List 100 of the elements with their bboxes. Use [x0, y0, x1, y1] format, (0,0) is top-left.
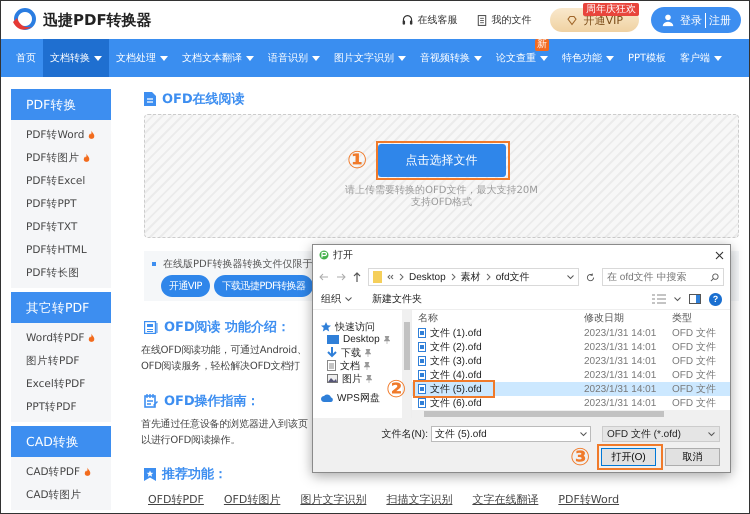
file-row[interactable]: 文件 (6).ofd 2023/1/31 14:01 OFD 文件 — [412, 396, 730, 410]
document-icon — [327, 360, 336, 371]
recommend-link[interactable]: 扫描文字识别 — [386, 492, 452, 507]
double-chevron-icon — [387, 274, 394, 280]
upload-button[interactable]: 点击选择文件 — [378, 144, 506, 177]
nav-pane-item[interactable]: 下载 — [341, 346, 361, 360]
recommend-link[interactable]: PDF转Word — [558, 492, 620, 507]
sidebar-item[interactable]: PDF转Excel — [26, 174, 86, 188]
dialog-button[interactable]: 取消 — [665, 448, 720, 466]
upload-hint: 支持OFD格式 — [410, 197, 472, 209]
sidebar-item[interactable]: CAD转图片 — [26, 488, 82, 502]
dialog-title: 打开 — [333, 248, 354, 262]
folder-icon — [373, 271, 382, 283]
header-link[interactable]: 在线客服 — [400, 13, 458, 27]
up-arrow-icon[interactable] — [353, 272, 361, 282]
nav-pane-item[interactable]: 快速访问 — [335, 320, 375, 334]
file-row[interactable]: 文件 (3).ofd 2023/1/31 14:01 OFD 文件 — [412, 354, 730, 368]
view-options-icon[interactable] — [652, 294, 666, 304]
sidebar-item[interactable]: PDF转PPT — [26, 196, 77, 210]
sidebar-heading: CAD转换 — [11, 426, 111, 457]
header-link[interactable]: 我的文件 — [476, 13, 532, 27]
notice-button[interactable]: 开通VIP — [161, 275, 210, 297]
sidebar-item[interactable]: PDF转长图 — [26, 266, 80, 280]
file-row[interactable]: 文件 (4).ofd 2023/1/31 14:01 OFD 文件 — [412, 368, 730, 382]
step-number: ③ — [570, 444, 590, 470]
help-button[interactable]: ? — [709, 292, 722, 306]
column-header[interactable]: 修改日期 — [584, 311, 672, 325]
toolbar-button[interactable]: 新建文件夹 — [372, 292, 422, 306]
picture-icon — [327, 374, 338, 383]
nav-pane-item[interactable]: 文档 — [340, 358, 360, 372]
chevron-icon — [399, 273, 404, 281]
caret-icon — [580, 432, 587, 436]
section-heading: OFD阅读 功能介绍： — [164, 319, 290, 336]
file-row[interactable]: 文件 (5).ofd 2023/1/31 14:01 OFD 文件 — [412, 382, 730, 396]
notice-button[interactable]: 下载迅捷PDF转换器 — [214, 275, 314, 297]
file-name: 文件 (1).ofd — [430, 326, 482, 340]
file-name: 文件 (3).ofd — [430, 354, 482, 368]
file-row[interactable]: 文件 (2).ofd 2023/1/31 14:01 OFD 文件 — [412, 340, 730, 354]
sidebar-item[interactable]: CAD转PDF — [26, 464, 80, 478]
recommend-link[interactable]: OFD转PDF — [148, 492, 204, 507]
section-title: OFD在线阅读 — [162, 91, 245, 108]
bookmark-icon — [144, 468, 156, 480]
recommend-link[interactable]: OFD转图片 — [224, 492, 280, 507]
paragraph-line: 在线OFD阅读功能，可通过Android、 — [141, 344, 307, 358]
field-label: 文件名(N): — [381, 428, 428, 441]
filename-field[interactable]: 文件 (5).ofd — [431, 426, 591, 442]
promo-badge: 周年庆狂欢 — [583, 3, 639, 16]
refresh-icon[interactable] — [586, 272, 595, 282]
path-crumb[interactable]: ofd文件 — [496, 270, 530, 284]
sidebar-item[interactable]: PDF转Word — [26, 128, 84, 142]
file-type: OFD 文件 — [672, 340, 717, 354]
app-icon — [319, 250, 329, 260]
file-type: OFD 文件 — [672, 354, 717, 368]
organize-menu[interactable]: 组织 — [321, 292, 352, 306]
file-date: 2023/1/31 14:01 — [584, 370, 658, 380]
file-name: 文件 (2).ofd — [430, 340, 482, 354]
sidebar-item[interactable]: PDF转HTML — [26, 242, 87, 256]
sidebar-item[interactable]: Word转PDF — [26, 330, 84, 344]
guide-icon — [144, 394, 158, 408]
file-type: OFD 文件 — [672, 368, 717, 382]
preview-pane-icon[interactable] — [689, 294, 701, 304]
logo-icon — [11, 7, 37, 33]
logo-text: 迅捷PDF转换器 — [43, 10, 152, 30]
recommend-link[interactable]: 文字在线翻译 — [472, 492, 538, 507]
chevron-icon — [486, 273, 491, 281]
sidebar-item[interactable]: PPT转PDF — [26, 400, 77, 414]
file-type-dropdown[interactable]: OFD 文件 (*.ofd) — [602, 426, 720, 442]
sidebar-item[interactable]: PDF转TXT — [26, 220, 78, 234]
user-icon — [661, 13, 675, 27]
cloud-icon — [321, 394, 333, 402]
file-name: 文件 (5).ofd — [430, 382, 482, 396]
caret-icon — [345, 296, 352, 302]
path-crumb[interactable]: 素材 — [460, 270, 481, 284]
file-row[interactable]: 文件 (1).ofd 2023/1/31 14:01 OFD 文件 — [412, 326, 730, 340]
sidebar-item[interactable]: PDF转图片 — [26, 150, 80, 164]
notice-text: 在线版PDF转换器转换文件仅限于 — [163, 258, 312, 271]
nav-pane-item[interactable]: Desktop — [343, 334, 380, 345]
paragraph-line: 首先通过任意设备的浏览器进入到该页 — [141, 418, 308, 432]
file-name: 文件 (4).ofd — [430, 368, 482, 382]
column-header[interactable]: 类型 — [672, 311, 730, 325]
close-icon[interactable] — [715, 250, 724, 260]
column-header[interactable]: 名称 — [418, 311, 584, 325]
upload-hint: 请上传需要转换的OFD文件，最大支持20M — [345, 185, 538, 196]
nav-item[interactable]: 文档转换 — [43, 39, 109, 77]
paragraph-line: 以进行OFD阅读操作。 — [141, 434, 240, 448]
dialog-button[interactable]: 打开(O) — [601, 448, 656, 466]
step-number: ② — [386, 376, 406, 402]
recommend-link[interactable]: 图片文字识别 — [300, 492, 366, 507]
search-icon — [710, 272, 719, 282]
file-date: 2023/1/31 14:01 — [584, 356, 658, 366]
file-type: OFD 文件 — [672, 396, 717, 410]
sidebar-item[interactable]: 图片转PDF — [26, 354, 80, 368]
file-date: 2023/1/31 14:01 — [584, 398, 658, 408]
path-crumb[interactable]: Desktop — [409, 272, 446, 282]
address-bar[interactable]: Desktop 素材 ofd文件 — [368, 268, 579, 286]
desktop-icon — [327, 335, 339, 344]
nav-pane-item[interactable]: 图片 — [342, 372, 362, 386]
nav-pane-item[interactable]: WPS网盘 — [337, 390, 380, 404]
download-icon — [327, 347, 337, 358]
sidebar-item[interactable]: Excel转PDF — [26, 376, 86, 390]
